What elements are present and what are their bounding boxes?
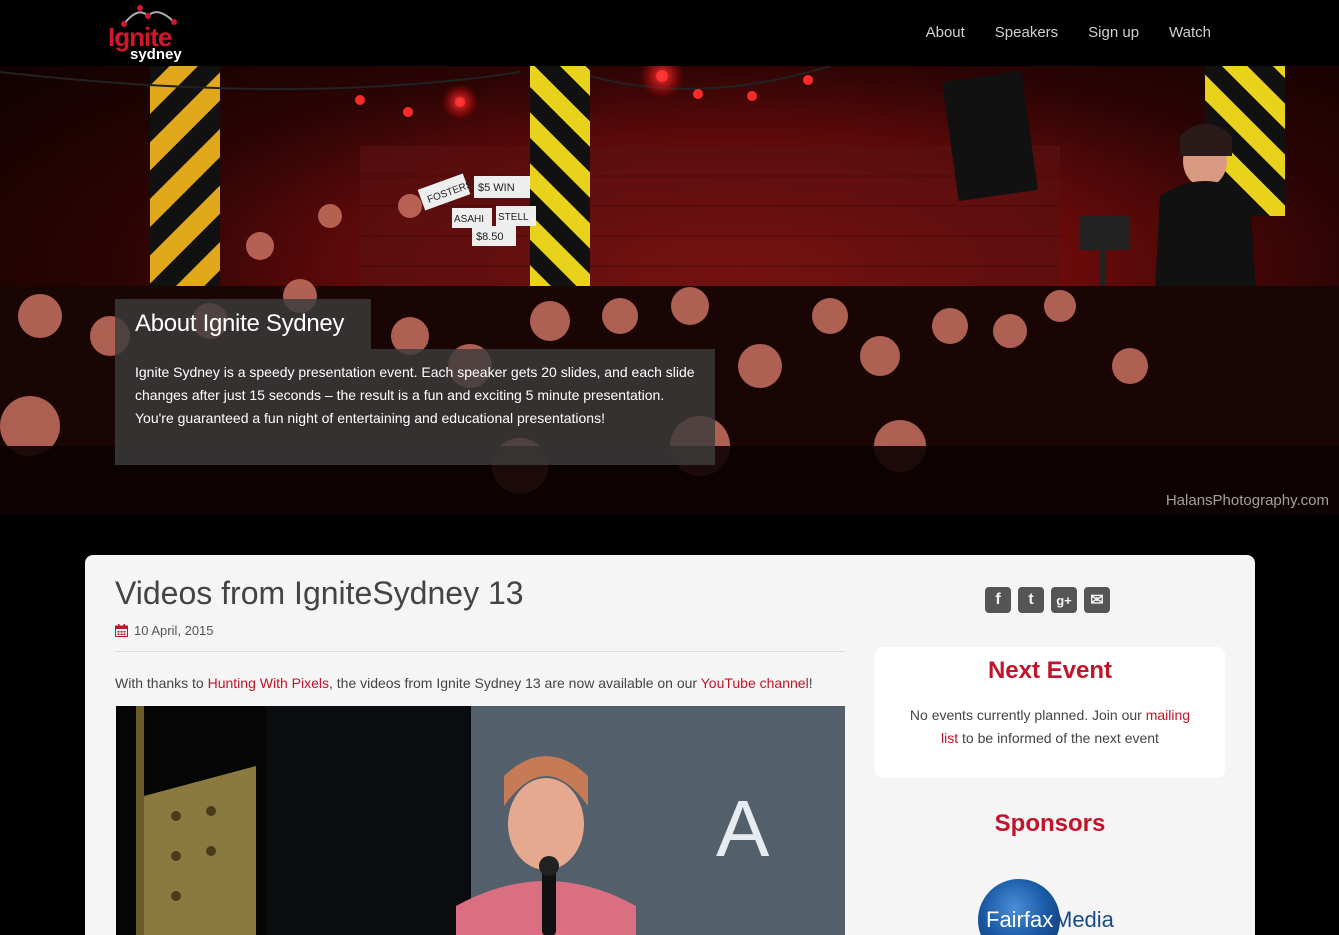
- event-text-before: No events currently planned. Join our: [909, 707, 1146, 723]
- media-word: Media: [1054, 907, 1114, 932]
- google-plus-icon[interactable]: g+: [1051, 587, 1077, 613]
- hero-banner: FOSTERS $5 WIN ASAHI STELL $8.50 About I…: [0, 66, 1339, 515]
- sign-asahi: ASAHI: [454, 214, 484, 225]
- hero-title-box: About Ignite Sydney: [115, 299, 371, 349]
- video-player[interactable]: A: [116, 706, 845, 935]
- social-share-bar: f t g+ ✉: [985, 587, 1110, 613]
- facebook-glyph: f: [995, 591, 1001, 608]
- photo-credit: HalansPhotography.com: [1165, 492, 1329, 509]
- nav-about[interactable]: About: [926, 24, 965, 41]
- twitter-glyph: t: [1028, 591, 1034, 608]
- next-event-title: Next Event: [987, 657, 1113, 684]
- google-plus-glyph: g+: [1056, 592, 1072, 608]
- post-text-before: With thanks to: [115, 675, 208, 691]
- calendar-icon: [115, 624, 128, 637]
- facebook-icon[interactable]: f: [985, 587, 1011, 613]
- sponsors-title: Sponsors: [994, 810, 1106, 837]
- video-thumbnail: A: [116, 706, 845, 935]
- next-event-box: Next Event No events currently planned. …: [875, 647, 1225, 778]
- sign-stell: STELL: [498, 212, 529, 223]
- video-letter: A: [716, 784, 770, 873]
- hero-description: Ignite Sydney is a speedy presentation e…: [135, 364, 695, 426]
- nav-watch[interactable]: Watch: [1169, 24, 1211, 41]
- email-glyph: ✉: [1090, 592, 1104, 609]
- fairfax-word: Fairfax: [986, 907, 1054, 932]
- hero-title: About Ignite Sydney: [135, 310, 345, 337]
- hero-body-box: Ignite Sydney is a speedy presentation e…: [115, 349, 715, 465]
- post-title[interactable]: Videos from IgniteSydney 13: [115, 575, 524, 612]
- content-card: Videos from IgniteSydney 13 10 April, 20…: [85, 555, 1255, 935]
- event-text-after: to be informed of the next event: [958, 730, 1159, 746]
- next-event-text: No events currently planned. Join our ma…: [900, 704, 1200, 750]
- fairfax-media-logo[interactable]: Fairfax Media: [978, 877, 1138, 935]
- ignite-sydney-logo[interactable]: Ignite sydney: [104, 4, 196, 64]
- post-date: 10 April, 2015: [115, 623, 214, 638]
- hunting-with-pixels-link[interactable]: Hunting With Pixels: [208, 675, 329, 691]
- divider: [115, 651, 845, 652]
- sign-price-win: $5 WIN: [478, 182, 515, 194]
- youtube-channel-link[interactable]: YouTube channel: [701, 675, 809, 691]
- logo-sub: sydney: [130, 46, 182, 63]
- twitter-icon[interactable]: t: [1018, 587, 1044, 613]
- post-date-text: 10 April, 2015: [134, 623, 214, 638]
- nav-speakers[interactable]: Speakers: [995, 24, 1058, 41]
- nav-sign-up[interactable]: Sign up: [1088, 24, 1139, 41]
- post-text-middle: , the videos from Ignite Sydney 13 are n…: [328, 675, 701, 691]
- main-nav: About Speakers Sign up Watch: [926, 24, 1211, 41]
- email-icon[interactable]: ✉: [1084, 587, 1110, 613]
- sign-price: $8.50: [476, 231, 504, 243]
- navbar: Ignite sydney About Speakers Sign up Wat…: [0, 0, 1339, 66]
- post-intro: With thanks to Hunting With Pixels, the …: [115, 675, 813, 691]
- post-text-after: !: [808, 675, 813, 691]
